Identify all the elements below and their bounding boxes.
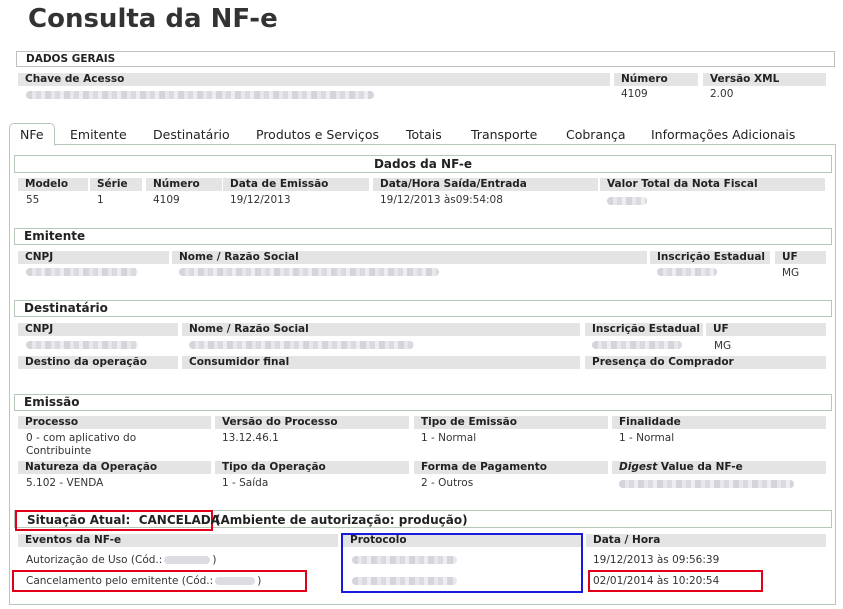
versao-processo-value: 13.12.46.1 <box>222 432 279 444</box>
chave-value-redacted <box>26 91 374 99</box>
destinatario-nome-redacted <box>189 341 414 349</box>
destinatario-uf-value: MG <box>714 340 732 352</box>
numero-nfe-value: 4109 <box>153 194 180 206</box>
presenca-comprador-label: Presença do Comprador <box>585 356 826 369</box>
destinatario-ie-redacted <box>592 341 682 349</box>
versao-processo-label: Versão do Processo <box>215 416 409 429</box>
tab-informacoes[interactable]: Informações Adicionais <box>651 127 795 142</box>
destinatario-nome-label: Nome / Razão Social <box>182 323 580 336</box>
emitente-uf-label: UF <box>775 251 826 264</box>
tipo-emissao-label: Tipo de Emissão <box>414 416 608 429</box>
destino-operacao-label: Destino da operação <box>18 356 178 369</box>
tab-nfe[interactable]: NFe <box>9 123 55 146</box>
chave-label: Chave de Acesso <box>18 73 610 86</box>
data-emissao-value: 19/12/2013 <box>230 194 291 206</box>
digest-rest: Value da NF-e <box>657 461 743 473</box>
tipo-operacao-value: 1 - Saída <box>222 477 269 489</box>
valor-total-redacted <box>607 197 647 205</box>
destinatario-header: Destinatário <box>14 300 832 317</box>
destinatario-title: Destinatário <box>24 301 108 315</box>
digest-value-redacted <box>619 480 794 488</box>
evento-1-desc-pre: Autorização de Uso (Cód.: <box>26 554 163 566</box>
digest-em: Digest <box>619 461 658 473</box>
situacao-status: CANCELADA <box>138 513 221 527</box>
emissao-title: Emissão <box>24 395 80 409</box>
emitente-header: Emitente <box>14 228 832 245</box>
dados-gerais-header: DADOS GERAIS <box>16 51 835 67</box>
saida-entrada-value: 19/12/2013 às09:54:08 <box>380 194 503 206</box>
protocolo-highlight <box>341 533 583 593</box>
numero-label: Número <box>614 73 698 86</box>
valor-total-label: Valor Total da Nota Fiscal <box>600 178 825 191</box>
processo-value-line2: Contribuinte <box>26 445 92 457</box>
natureza-operacao-value: 5.102 - VENDA <box>26 477 104 489</box>
tab-produtos[interactable]: Produtos e Serviços <box>256 127 379 142</box>
tab-totais[interactable]: Totais <box>406 127 442 142</box>
versao-label: Versão XML <box>703 73 826 86</box>
versao-value: 2.00 <box>710 88 734 100</box>
processo-label: Processo <box>18 416 211 429</box>
finalidade-label: Finalidade <box>612 416 826 429</box>
datahora-label: Data / Hora <box>586 534 826 547</box>
emissao-header: Emissão <box>14 394 832 411</box>
finalidade-value: 1 - Normal <box>619 432 675 444</box>
numero-value: 4109 <box>621 88 648 100</box>
evento-1-desc-post: ) <box>212 554 217 566</box>
situacao-text: Situação Atual: CANCELADA <box>27 512 220 528</box>
destinatario-cnpj-label: CNPJ <box>18 323 178 336</box>
modelo-value: 55 <box>26 194 40 206</box>
tab-destinatario[interactable]: Destinatário <box>153 127 230 142</box>
digest-value-label: Digest Value da NF-e <box>612 461 826 474</box>
situacao-label: Situação Atual: <box>27 513 131 527</box>
destinatario-cnpj-redacted <box>26 341 138 349</box>
emitente-title: Emitente <box>24 229 86 243</box>
emitente-ie-label: Inscrição Estadual <box>650 251 770 264</box>
forma-pagamento-label: Forma de Pagamento <box>414 461 608 474</box>
tab-cobranca[interactable]: Cobrança <box>566 127 626 142</box>
tipo-emissao-value: 1 - Normal <box>421 432 477 444</box>
emitente-nome-label: Nome / Razão Social <box>172 251 647 264</box>
data-emissao-label: Data de Emissão <box>223 178 369 191</box>
modelo-label: Modelo <box>18 178 88 191</box>
emitente-cnpj-label: CNPJ <box>18 251 169 264</box>
evento-1-desc: Autorização de Uso (Cód.:) <box>26 553 216 567</box>
evento-1-cod-redacted <box>164 556 211 564</box>
emitente-ie-redacted <box>657 268 717 276</box>
forma-pagamento-value: 2 - Outros <box>421 477 474 489</box>
natureza-operacao-label: Natureza da Operação <box>18 461 211 474</box>
cancelamento-highlight <box>12 570 307 592</box>
serie-value: 1 <box>97 194 104 206</box>
serie-label: Série <box>90 178 142 191</box>
tab-emitente[interactable]: Emitente <box>70 127 127 142</box>
page-title: Consulta da NF-e <box>28 4 278 34</box>
datahora-cancelamento-highlight <box>588 570 763 592</box>
numero-nfe-label: Número <box>146 178 222 191</box>
dados-gerais-title: DADOS GERAIS <box>26 53 116 65</box>
processo-value-line1: 0 - com aplicativo do <box>26 432 137 444</box>
emitente-nome-redacted <box>179 268 439 276</box>
emitente-cnpj-redacted <box>26 268 138 276</box>
destinatario-uf-label: UF <box>706 323 826 336</box>
tipo-operacao-label: Tipo da Operação <box>215 461 409 474</box>
tab-transporte[interactable]: Transporte <box>471 127 537 142</box>
ambiente-text: (Ambiente de autorização: produção) <box>215 513 468 527</box>
evento-1-datahora: 19/12/2013 às 09:56:39 <box>593 554 720 566</box>
destinatario-ie-label: Inscrição Estadual <box>585 323 703 336</box>
consumidor-final-label: Consumidor final <box>182 356 580 369</box>
saida-entrada-label: Data/Hora Saída/Entrada <box>373 178 598 191</box>
emitente-uf-value: MG <box>782 267 800 279</box>
dados-nfe-title: Dados da NF-e <box>373 157 473 171</box>
dados-nfe-header: Dados da NF-e <box>14 155 832 173</box>
eventos-label: Eventos da NF-e <box>18 534 338 547</box>
